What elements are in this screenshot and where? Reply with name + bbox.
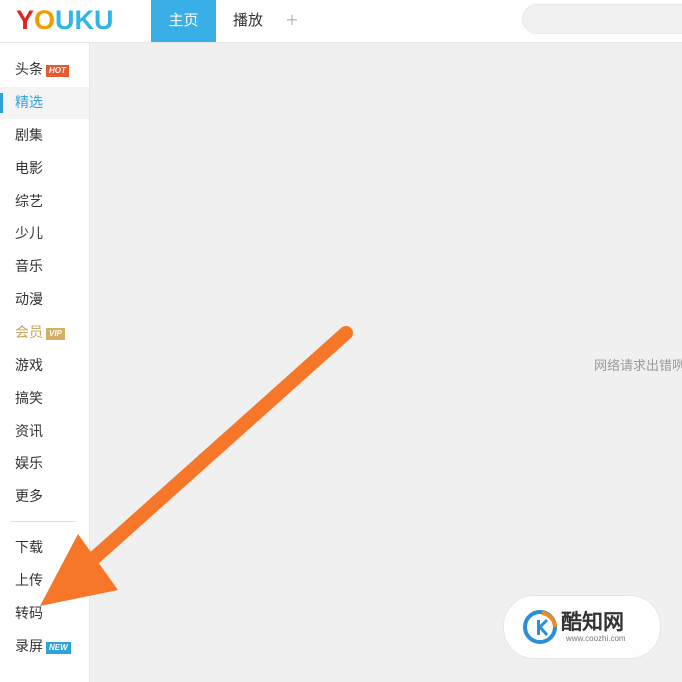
watermark-url: www.coozhi.com xyxy=(566,634,626,643)
coozhi-logo-icon xyxy=(523,610,557,644)
coozhi-watermark: 酷知网 www.coozhi.com xyxy=(506,598,658,656)
annotation-arrow-icon xyxy=(40,326,353,606)
watermark-title: 酷知网 xyxy=(561,610,624,634)
